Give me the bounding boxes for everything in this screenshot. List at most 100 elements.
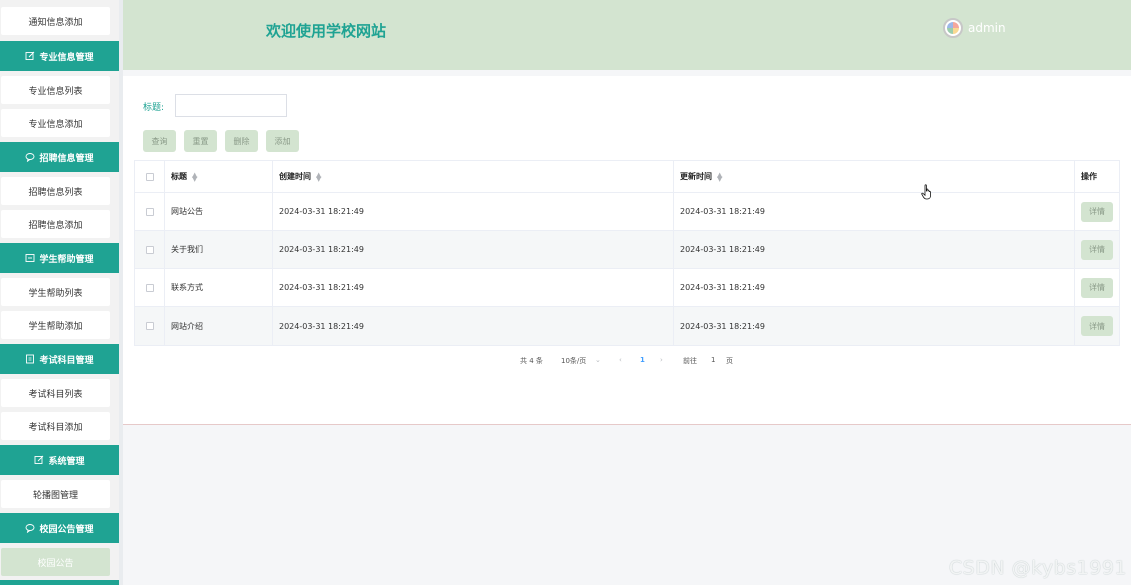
column-header-updated[interactable]: 更新时间 ▲ ▼ bbox=[674, 161, 1075, 192]
chat-icon bbox=[26, 153, 35, 162]
row-select-cell bbox=[135, 307, 165, 345]
detail-button[interactable]: 详情 bbox=[1081, 239, 1113, 260]
detail-button[interactable]: 详情 bbox=[1081, 316, 1113, 336]
document-icon bbox=[26, 354, 35, 364]
sidebar-item-exam-list[interactable]: 考试科目列表 bbox=[1, 379, 110, 407]
sidebar-group-recruit[interactable]: 招聘信息管理 bbox=[0, 142, 119, 172]
reset-button[interactable]: 重置 bbox=[184, 130, 217, 152]
cell-created: 2024-03-31 18:21:49 bbox=[273, 269, 674, 306]
edit-icon bbox=[35, 455, 44, 464]
add-button[interactable]: 添加 bbox=[266, 130, 299, 152]
notice-table: 标题 ▲ ▼ 创建时间 ▲ ▼ 更新时间 ▲ ▼ 操作 网站公告 2024-03-31 18… bbox=[134, 160, 1120, 346]
page-number-current[interactable]: 1 bbox=[640, 356, 645, 364]
sidebar-item-major-list[interactable]: 专业信息列表 bbox=[1, 76, 110, 104]
content-panel: 标题: 查询 重置 删除 添加 标题 ▲ ▼ 创建时间 ▲ ▼ 更新时间 ▲ ▼ 操作 网站… bbox=[123, 76, 1131, 425]
table-row: 网站公告 2024-03-31 18:21:49 2024-03-31 18:2… bbox=[135, 193, 1119, 231]
column-header-label: 创建时间 bbox=[279, 172, 311, 181]
cell-created: 2024-03-31 18:21:49 bbox=[273, 231, 674, 268]
cell-updated: 2024-03-31 18:21:49 bbox=[674, 193, 1075, 230]
select-all-checkbox[interactable] bbox=[145, 172, 154, 181]
cell-title: 网站介绍 bbox=[165, 307, 273, 345]
table-row: 联系方式 2024-03-31 18:21:49 2024-03-31 18:2… bbox=[135, 269, 1119, 307]
pagination: 共 4 条 10条/页 ⌄ ‹ 1 › 前往 1 页 bbox=[123, 356, 1131, 368]
sidebar-item-recruit-list[interactable]: 招聘信息列表 bbox=[1, 177, 110, 205]
sidebar-group-exam[interactable]: 考试科目管理 bbox=[0, 344, 119, 374]
sidebar-item-major-add[interactable]: 专业信息添加 bbox=[1, 109, 110, 137]
cell-title: 联系方式 bbox=[165, 269, 273, 306]
column-header-op: 操作 bbox=[1081, 172, 1097, 181]
sidebar-group-label: 招聘信息管理 bbox=[39, 153, 94, 164]
hand-cursor-icon bbox=[921, 184, 931, 200]
sidebar-item-recruit-add[interactable]: 招聘信息添加 bbox=[1, 210, 110, 238]
cell-title: 关于我们 bbox=[165, 231, 273, 268]
sidebar-group-system[interactable]: 系统管理 bbox=[0, 445, 119, 475]
sidebar-group-major[interactable]: 专业信息管理 bbox=[0, 41, 119, 71]
next-page-chevron-right-icon[interactable]: › bbox=[660, 356, 663, 364]
sidebar-group-label: 学生帮助管理 bbox=[39, 254, 94, 265]
cell-title: 网站公告 bbox=[165, 193, 273, 230]
column-header-label: 更新时间 bbox=[680, 172, 712, 181]
column-header-title[interactable]: 标题 ▲ ▼ bbox=[165, 161, 273, 192]
sidebar-item-notice-add[interactable]: 通知信息添加 bbox=[1, 7, 110, 35]
row-checkbox[interactable] bbox=[145, 283, 154, 292]
cell-op: 详情 bbox=[1075, 231, 1119, 268]
user-name[interactable]: admin bbox=[968, 21, 1006, 35]
sidebar-item-campus-notice[interactable]: 校园公告 bbox=[1, 548, 110, 576]
watermark: CSDN @kybs1991 bbox=[948, 557, 1127, 579]
cell-op: 详情 bbox=[1075, 193, 1119, 230]
sidebar-group-label: 专业信息管理 bbox=[39, 52, 94, 63]
table-row: 网站介绍 2024-03-31 18:21:49 2024-03-31 18:2… bbox=[135, 307, 1119, 345]
avatar[interactable] bbox=[943, 18, 963, 38]
row-select-cell bbox=[135, 193, 165, 230]
pagination-total: 共 4 条 bbox=[520, 357, 543, 365]
sidebar-group-label: 考试科目管理 bbox=[39, 355, 94, 366]
search-label: 标题: bbox=[143, 103, 165, 113]
row-checkbox[interactable] bbox=[145, 245, 154, 254]
sort-icon[interactable]: ▲ ▼ bbox=[717, 171, 722, 182]
user-menu[interactable]: admin bbox=[943, 18, 1006, 38]
sidebar-item-help-list[interactable]: 学生帮助列表 bbox=[1, 278, 110, 306]
table-row: 关于我们 2024-03-31 18:21:49 2024-03-31 18:2… bbox=[135, 231, 1119, 269]
page-size-select[interactable]: 10条/页 bbox=[561, 356, 586, 366]
chat-icon bbox=[26, 524, 35, 533]
row-checkbox[interactable] bbox=[145, 322, 154, 330]
edit-icon bbox=[26, 51, 35, 60]
column-header-created[interactable]: 创建时间 ▲ ▼ bbox=[273, 161, 674, 192]
query-button[interactable]: 查询 bbox=[143, 130, 176, 152]
row-select-cell bbox=[135, 269, 165, 306]
sidebar-item-exam-add[interactable]: 考试科目添加 bbox=[1, 412, 110, 440]
goto-page-input[interactable]: 1 bbox=[711, 356, 715, 364]
goto-prefix: 前往 bbox=[683, 357, 697, 365]
sidebar-item-help-add[interactable]: 学生帮助添加 bbox=[1, 311, 110, 339]
cell-created: 2024-03-31 18:21:49 bbox=[273, 307, 674, 345]
detail-button[interactable]: 详情 bbox=[1081, 277, 1113, 298]
delete-button[interactable]: 删除 bbox=[225, 130, 258, 152]
cell-op: 详情 bbox=[1075, 269, 1119, 306]
cell-updated: 2024-03-31 18:21:49 bbox=[674, 269, 1075, 306]
page-size-chevron-down-icon[interactable]: ⌄ bbox=[595, 356, 601, 364]
message-icon bbox=[26, 254, 35, 262]
sidebar-item-carousel[interactable]: 轮播图管理 bbox=[1, 480, 110, 508]
sort-icon[interactable]: ▲ ▼ bbox=[316, 171, 321, 182]
cell-updated: 2024-03-31 18:21:49 bbox=[674, 307, 1075, 345]
select-all-cell bbox=[135, 161, 165, 192]
prev-page-chevron-left-icon[interactable]: ‹ bbox=[619, 356, 622, 364]
table-header-row: 标题 ▲ ▼ 创建时间 ▲ ▼ 更新时间 ▲ ▼ 操作 bbox=[135, 161, 1119, 193]
cell-op: 详情 bbox=[1075, 307, 1119, 345]
sidebar-group-campus-notice[interactable]: 校园公告管理 bbox=[0, 513, 119, 543]
sidebar: 通知信息添加 专业信息管理 专业信息列表 专业信息添加 招聘信息管理 招聘信息列… bbox=[0, 0, 119, 585]
sidebar-group-help[interactable]: 学生帮助管理 bbox=[0, 243, 119, 273]
detail-button[interactable]: 详情 bbox=[1081, 201, 1113, 222]
cell-created: 2024-03-31 18:21:49 bbox=[273, 193, 674, 230]
site-title: 欢迎使用学校网站 bbox=[266, 22, 387, 40]
sort-icon[interactable]: ▲ ▼ bbox=[192, 171, 197, 182]
column-header-label: 标题 bbox=[171, 172, 187, 181]
top-header: 欢迎使用学校网站 admin bbox=[123, 0, 1131, 70]
sidebar-group-label: 校园公告管理 bbox=[39, 524, 94, 535]
cell-updated: 2024-03-31 18:21:49 bbox=[674, 231, 1075, 268]
row-select-cell bbox=[135, 231, 165, 268]
sidebar-next-group bbox=[0, 580, 119, 585]
title-search-input[interactable] bbox=[175, 94, 287, 117]
row-checkbox[interactable] bbox=[145, 207, 154, 216]
sidebar-group-label: 系统管理 bbox=[48, 456, 85, 467]
